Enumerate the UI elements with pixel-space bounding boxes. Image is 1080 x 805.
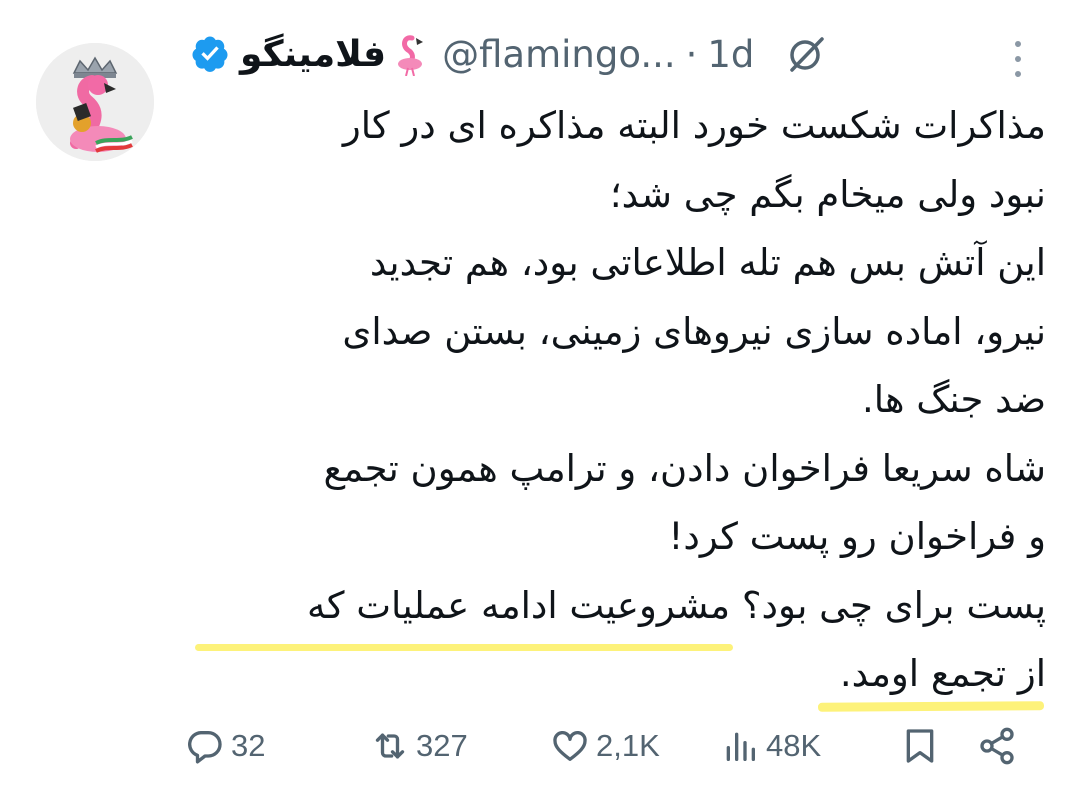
tweet-line: این آتش بس هم تله اطلاعاتی بود، هم تجدید <box>369 241 1046 284</box>
tweet-text: مذاکرات شکست خورد البته مذاکره ای در کار… <box>190 92 1046 709</box>
reply-button[interactable]: 32 <box>185 716 265 776</box>
share-button[interactable] <box>977 716 1017 776</box>
tweet-line: شاه سریعا فراخوان دادن، و ترامپ همون تجم… <box>323 446 1046 490</box>
flamingo-avatar-image <box>36 43 154 161</box>
tweet-line: مذاکرات شکست خورد البته مذاکره ای در کار <box>342 104 1046 147</box>
repost-button[interactable]: 327 <box>370 716 468 776</box>
views-button[interactable]: 48K <box>720 716 821 776</box>
author-handle[interactable]: @flamingo... <box>442 33 676 76</box>
repost-icon <box>375 733 405 759</box>
tweet-line: پست برای چی بود؟ مشروعیت ادامه عملیات که <box>307 583 1046 627</box>
reply-count: 32 <box>231 728 266 763</box>
tweet-line: نبود ولی میخام بگم چی شد؛ <box>609 172 1046 216</box>
tweet-header: فلامینگو @flamingo... · 1d <box>190 22 826 86</box>
like-count: 2,1K <box>596 728 660 763</box>
verified-badge-icon <box>192 36 228 72</box>
display-name[interactable]: فلامینگو <box>240 34 386 75</box>
separator-dot: · <box>685 32 698 76</box>
share-icon <box>980 727 1014 765</box>
bookmark-icon <box>906 729 934 763</box>
views-count: 48K <box>766 728 822 763</box>
tweet-line: ضد جنگ ها. <box>861 378 1046 421</box>
like-button[interactable]: 2,1K <box>550 716 660 776</box>
timestamp[interactable]: 1d <box>707 33 754 76</box>
highlight-underline <box>195 644 733 651</box>
like-icon <box>553 730 587 761</box>
bookmark-button[interactable] <box>900 716 940 776</box>
flamingo-emoji-icon <box>398 35 424 76</box>
tweet-line: و فراخوان رو پست کرد! <box>668 515 1046 558</box>
grok-icon[interactable] <box>786 34 826 74</box>
reply-icon <box>188 731 222 764</box>
avatar[interactable] <box>36 43 154 161</box>
tweet-line: نیرو، اماده سازی نیروهای زمینی، بستن صدا… <box>342 309 1046 353</box>
action-bar: 32 327 2,1K 48K <box>185 716 1035 776</box>
repost-count: 327 <box>416 728 468 763</box>
highlight-underline <box>817 701 1045 712</box>
views-icon <box>726 732 755 761</box>
more-options-icon[interactable] <box>1006 34 1030 84</box>
